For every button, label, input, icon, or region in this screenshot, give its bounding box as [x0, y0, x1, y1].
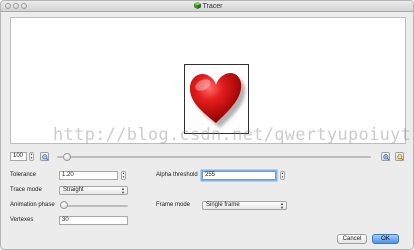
frame-mode-label: Frame mode — [156, 202, 191, 208]
trace-mode-label: Trace mode — [10, 187, 42, 193]
window-title: Tracer — [202, 3, 223, 10]
red-heart-image — [189, 73, 246, 128]
preview-image-frame — [184, 64, 249, 134]
zoom-slider-track[interactable] — [57, 156, 371, 158]
tolerance-label: Tolerance — [10, 172, 37, 178]
tracer-window: Tracer http://blog.csdn.net/qwertyupoiuy… — [0, 0, 414, 250]
zoom-slider-thumb[interactable] — [63, 153, 72, 161]
cancel-button[interactable]: Cancel — [337, 234, 367, 244]
trace-mode-value: Straight — [63, 187, 84, 193]
alpha-threshold-label: Alpha threshold — [156, 172, 198, 178]
select-arrows-icon: ▲ ▼ — [280, 201, 284, 210]
vertexes-label: Vertexes — [10, 217, 34, 223]
tracer-app-icon — [193, 2, 201, 9]
zoom-out-button[interactable] — [40, 152, 49, 161]
select-arrows-icon: ▲ ▼ — [121, 186, 125, 195]
watermark-text: http://blog.csdn.net/qwertyupoiuytr — [53, 125, 414, 145]
zoom-in-button[interactable] — [381, 152, 390, 161]
tolerance-input[interactable]: 1.20 — [59, 171, 118, 180]
alpha-threshold-input[interactable]: 255 — [202, 171, 276, 180]
ok-button[interactable]: OK — [372, 234, 399, 244]
zoom-fit-button[interactable] — [395, 152, 404, 161]
zoom-fit-icon — [397, 154, 404, 161]
animation-phase-label: Animation phase — [10, 202, 55, 208]
zoom-out-icon — [42, 154, 49, 161]
animation-phase-thumb[interactable] — [60, 201, 68, 209]
vertexes-input[interactable]: 30 — [59, 216, 128, 225]
animation-phase-track[interactable] — [60, 205, 128, 207]
alpha-threshold-stepper[interactable]: ▲ ▼ — [280, 171, 285, 180]
zoom-in-icon — [383, 154, 390, 161]
zoom-stepper[interactable]: ▲ ▼ — [29, 152, 34, 161]
zoom-input[interactable]: 100 — [10, 152, 27, 161]
frame-mode-value: Single frame — [206, 202, 240, 208]
title-bar: Tracer — [1, 1, 413, 12]
tolerance-stepper[interactable]: ▲ ▼ — [121, 171, 126, 180]
trace-mode-select[interactable]: Straight ▲ ▼ — [59, 186, 128, 195]
frame-mode-select[interactable]: Single frame ▲ ▼ — [202, 201, 287, 210]
